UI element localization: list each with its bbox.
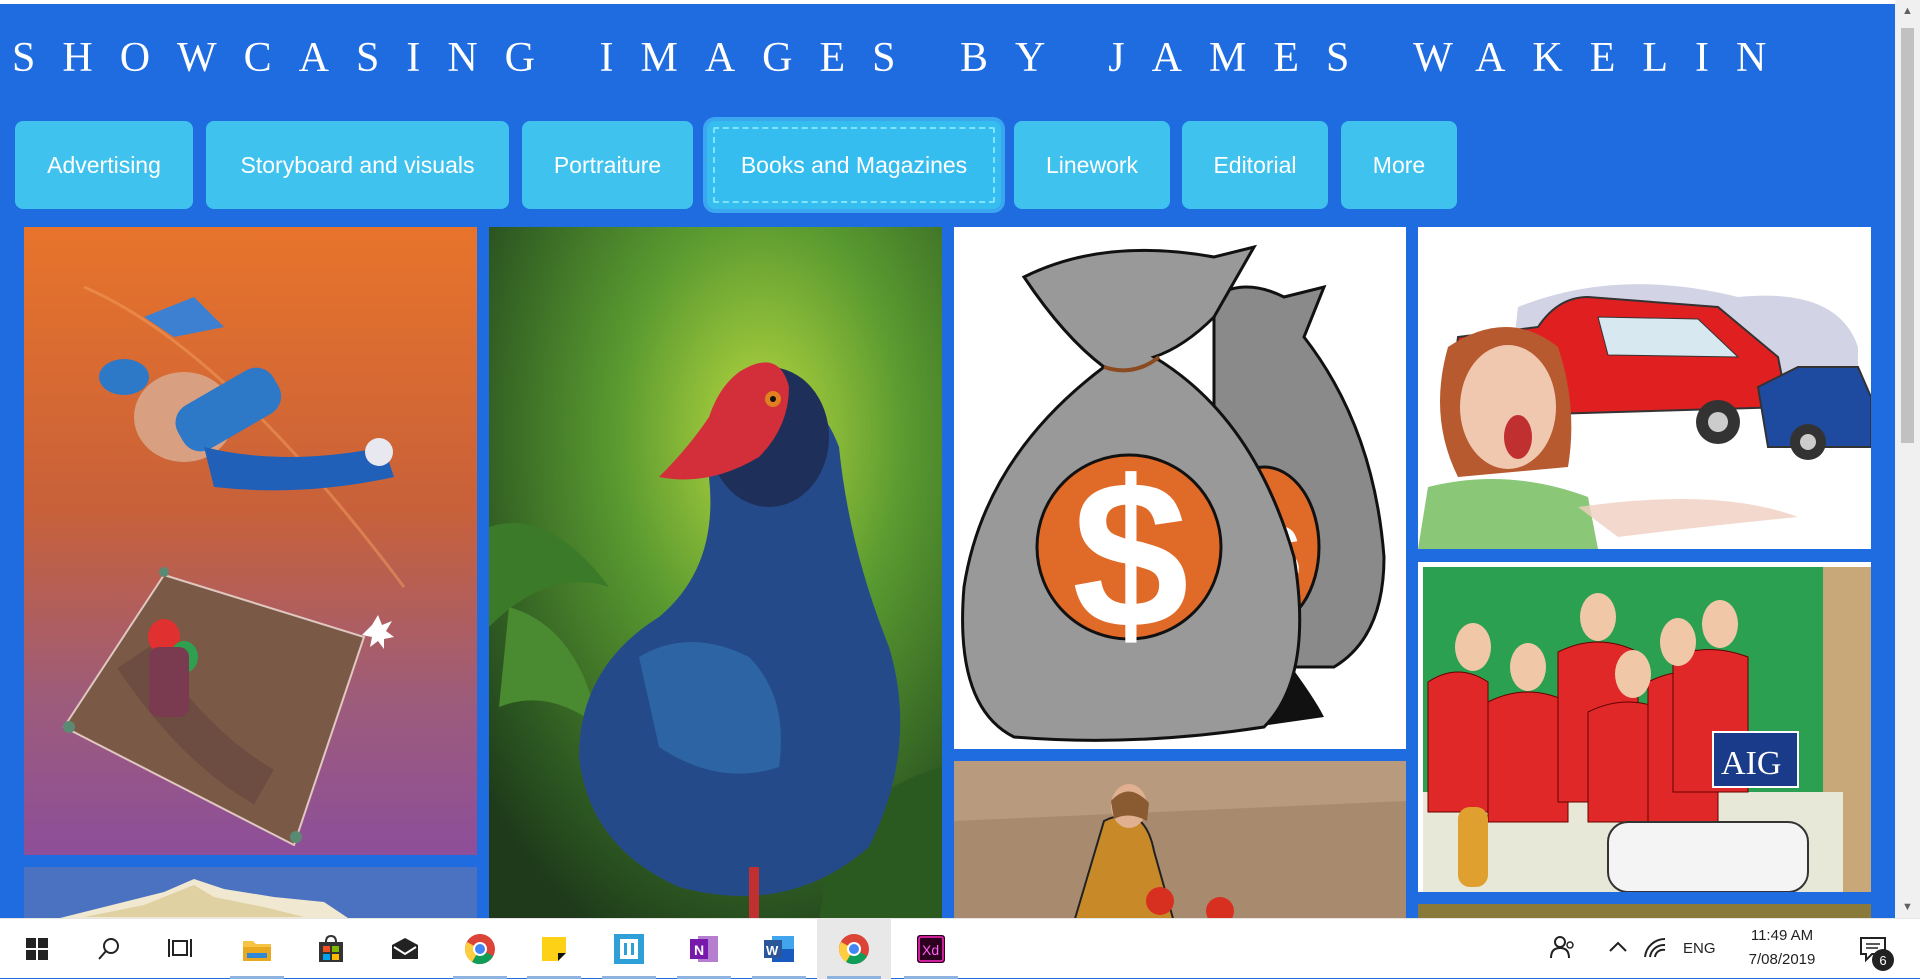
store-icon[interactable]	[294, 919, 368, 979]
gallery-image-partial[interactable]	[1418, 904, 1871, 918]
nav-item-editorial[interactable]: Editorial	[1182, 121, 1328, 209]
scroll-up-arrow-icon[interactable]: ▲	[1895, 0, 1920, 22]
sticky-notes-icon[interactable]	[517, 919, 591, 979]
dollar-sign-front: $	[1072, 437, 1189, 672]
gallery-image-car-crash[interactable]	[1418, 227, 1871, 549]
taskbar: N W Xd ENG 11:49 AM 7/08/2019 6	[0, 918, 1920, 979]
scrollbar-thumb[interactable]	[1901, 28, 1914, 443]
notification-count-badge: 6	[1872, 949, 1894, 971]
gallery-image-football-team[interactable]: AIG	[1418, 562, 1871, 892]
nav-item-advertising[interactable]: Advertising	[15, 121, 193, 209]
xd-letters: Xd	[922, 942, 939, 958]
task-view-icon[interactable]	[144, 919, 218, 979]
word-icon[interactable]: W	[742, 919, 816, 979]
language-indicator[interactable]: ENG	[1683, 940, 1716, 957]
word-letter: W	[766, 943, 779, 958]
nav-item-books-magazines[interactable]: Books and Magazines	[707, 121, 1001, 209]
nav-item-storyboard[interactable]: Storyboard and visuals	[206, 121, 509, 209]
mail-icon[interactable]	[368, 919, 442, 979]
gallery-image-money-bags[interactable]: $ $	[954, 227, 1406, 749]
bracket-app-icon[interactable]	[592, 919, 666, 979]
aig-sign: AIG	[1721, 745, 1781, 782]
gallery-image-wrestler[interactable]	[24, 227, 477, 855]
clock-date[interactable]: 7/08/2019	[1742, 951, 1822, 968]
windows-start-icon[interactable]	[0, 919, 74, 979]
nav-item-more[interactable]: More	[1341, 121, 1457, 209]
onenote-letter: N	[694, 942, 704, 958]
adobe-xd-icon[interactable]: Xd	[894, 919, 968, 979]
people-icon[interactable]	[1548, 933, 1578, 968]
gallery-image-mother-children[interactable]	[954, 761, 1406, 918]
file-explorer-icon[interactable]	[220, 919, 294, 979]
web-page: SHOWCASING IMAGES BY JAMES WAKELIN Adver…	[0, 0, 1895, 918]
chrome-active-icon[interactable]	[817, 919, 891, 979]
chevron-up-icon[interactable]	[1607, 937, 1629, 962]
clock-time[interactable]: 11:49 AM	[1742, 927, 1822, 944]
nav-item-portraiture[interactable]: Portraiture	[522, 121, 693, 209]
gallery-image-landscape[interactable]	[24, 867, 477, 918]
search-icon[interactable]	[72, 919, 146, 979]
gallery-image-pukeko[interactable]	[489, 227, 942, 918]
scroll-down-arrow-icon[interactable]: ▼	[1895, 896, 1920, 918]
nav-item-linework[interactable]: Linework	[1014, 121, 1170, 209]
onenote-icon[interactable]: N	[667, 919, 741, 979]
page-scrollbar[interactable]: ▲ ▼	[1895, 0, 1920, 918]
wifi-icon[interactable]	[1643, 937, 1667, 964]
chrome-icon[interactable]	[443, 919, 517, 979]
site-title: SHOWCASING IMAGES BY JAMES WAKELIN	[12, 35, 1794, 81]
